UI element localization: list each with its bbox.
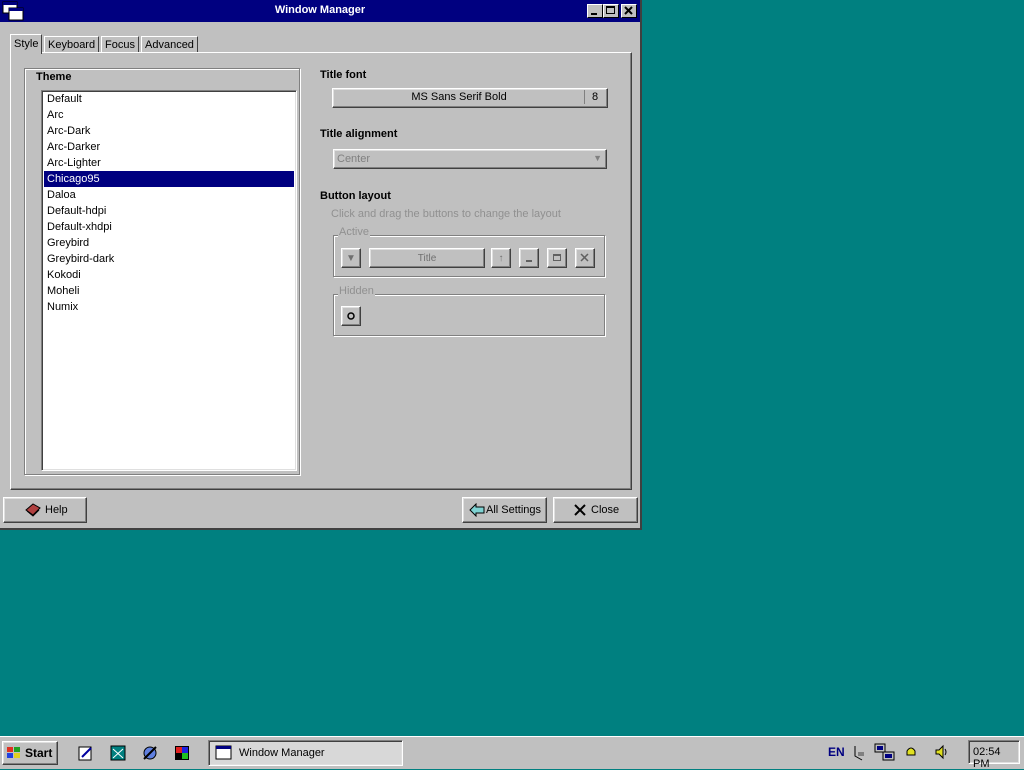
language-indicator[interactable]: EN: [828, 745, 845, 759]
tab-style-label: Style: [14, 38, 39, 50]
title-font-size: 8: [584, 90, 605, 104]
close-button[interactable]: Close: [553, 497, 638, 523]
title-font-label: Title font: [320, 69, 367, 81]
title-bar[interactable]: Window Manager: [0, 0, 640, 22]
start-label: Start: [25, 746, 53, 760]
button-layout-hint: Click and drag the buttons to change the…: [331, 208, 561, 220]
list-item[interactable]: Arc: [44, 107, 294, 123]
minimize-button-token[interactable]: [519, 248, 539, 268]
theme-label: Theme: [36, 71, 72, 83]
help-button[interactable]: Help: [3, 497, 87, 523]
list-item[interactable]: Default: [44, 91, 294, 107]
shade-button-token[interactable]: ↑: [491, 248, 511, 268]
all-settings-label: All Settings: [486, 504, 542, 516]
task-window-manager[interactable]: Window Manager: [208, 740, 403, 766]
close-button-token[interactable]: [575, 248, 595, 268]
list-item[interactable]: Daloa: [44, 187, 294, 203]
list-item[interactable]: Kokodi: [44, 267, 294, 283]
arrow-left-icon: [469, 503, 485, 517]
stick-button-token[interactable]: [341, 306, 361, 326]
arrow-up-icon: ↑: [498, 253, 504, 264]
clock[interactable]: 02:54 PM: [973, 746, 1019, 770]
all-settings-button[interactable]: All Settings: [462, 497, 547, 523]
menu-button-token[interactable]: ▼: [341, 248, 361, 268]
circle-icon: [347, 312, 355, 320]
title-token-label: Title: [417, 253, 437, 264]
title-font-button[interactable]: MS Sans Serif Bold 8: [332, 88, 608, 108]
close-icon: [624, 6, 633, 15]
title-alignment-label: Title alignment: [320, 128, 398, 140]
tab-advanced[interactable]: Advanced: [141, 36, 198, 53]
title-font-name: MS Sans Serif Bold: [411, 91, 507, 103]
tab-style[interactable]: Style: [10, 34, 43, 54]
button-layout-label: Button layout: [320, 190, 391, 202]
window-manager-task-icon: [215, 745, 232, 760]
maximize-button-token[interactable]: [547, 248, 567, 268]
list-item[interactable]: Greybird-dark: [44, 251, 294, 267]
list-item[interactable]: Default-xhdpi: [44, 219, 294, 235]
title-button-token[interactable]: Title: [369, 248, 485, 268]
maximize-button[interactable]: [603, 4, 619, 18]
terminal-icon[interactable]: [110, 745, 126, 761]
list-item[interactable]: Numix: [44, 299, 294, 315]
list-item[interactable]: Moheli: [44, 283, 294, 299]
tab-advanced-label: Advanced: [145, 39, 194, 51]
close-x-icon: [574, 504, 586, 516]
hidden-group-label: Hidden: [338, 285, 375, 297]
volume-icon[interactable]: [934, 744, 950, 760]
help-label: Help: [45, 504, 68, 516]
tab-focus-label: Focus: [105, 39, 135, 51]
start-button[interactable]: Start: [2, 741, 58, 765]
window-title: Window Manager: [274, 4, 366, 16]
chevron-down-icon: ▼: [593, 153, 602, 163]
window-manager-window: Window Manager Style Keyboard Focus Adva…: [0, 0, 642, 530]
list-item[interactable]: Arc-Dark: [44, 123, 294, 139]
triangle-down-icon: ▼: [346, 253, 356, 264]
title-alignment-select[interactable]: Center ▼: [333, 149, 607, 169]
image-viewer-icon[interactable]: [174, 745, 190, 761]
browser-icon[interactable]: [142, 745, 158, 761]
minimize-button[interactable]: [587, 4, 603, 18]
minimize-icon: [591, 13, 597, 15]
title-alignment-value: Center: [337, 153, 371, 165]
close-label: Close: [591, 504, 620, 516]
list-item[interactable]: Greybird: [44, 235, 294, 251]
network-plug-icon[interactable]: [852, 744, 868, 762]
notification-bell-icon[interactable]: [904, 745, 918, 759]
list-item[interactable]: Default-hdpi: [44, 203, 294, 219]
minimize-icon: [526, 260, 532, 262]
help-book-icon: [25, 503, 41, 517]
list-item-selected[interactable]: Chicago95: [44, 171, 294, 187]
close-window-button[interactable]: [621, 4, 637, 18]
tab-keyboard-label: Keyboard: [48, 39, 96, 51]
theme-list[interactable]: Default Arc Arc-Dark Arc-Darker Arc-Ligh…: [41, 90, 297, 471]
tab-focus[interactable]: Focus: [101, 36, 139, 53]
text-editor-icon[interactable]: [78, 745, 94, 761]
tab-keyboard[interactable]: Keyboard: [44, 36, 100, 53]
maximize-icon: [606, 6, 615, 14]
start-logo-icon: [7, 747, 20, 758]
hidden-buttons-group: [333, 294, 605, 336]
taskbar: Start Window Manager EN 02:54 PM: [0, 736, 1024, 770]
list-item[interactable]: Arc-Lighter: [44, 155, 294, 171]
list-item[interactable]: Arc-Darker: [44, 139, 294, 155]
task-window-manager-label: Window Manager: [239, 747, 325, 759]
maximize-icon: [553, 254, 561, 261]
network-computers-icon[interactable]: [874, 742, 896, 762]
active-group-label: Active: [338, 226, 370, 238]
clock-tray: 02:54 PM: [968, 740, 1020, 770]
close-icon: [580, 253, 589, 262]
